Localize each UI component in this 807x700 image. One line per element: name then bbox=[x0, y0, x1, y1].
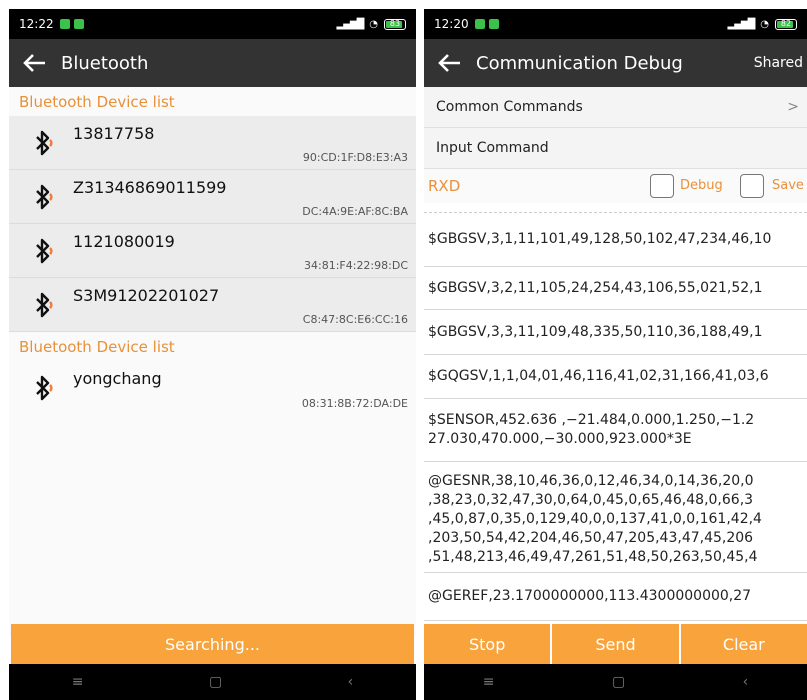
back-arrow-icon[interactable] bbox=[9, 39, 61, 87]
empty-area bbox=[9, 415, 416, 637]
input-command-row[interactable]: Input Command bbox=[424, 128, 807, 169]
rx-message: @GEREF,23.1700000000,113.4300000000,27 bbox=[424, 573, 807, 621]
command-button-row: Stop Send Clear bbox=[424, 624, 807, 664]
communication-debug-screen: 12:20 ▂▄▆█ ◔ 82 Communication Debug Shar… bbox=[424, 9, 807, 700]
bluetooth-icon bbox=[33, 292, 57, 318]
battery-icon: 83 bbox=[384, 18, 406, 30]
device-name: Z31346869011599 bbox=[73, 178, 227, 197]
rx-divider bbox=[424, 203, 807, 213]
device-row[interactable]: yongchang 08:31:8B:72:DA:DE bbox=[9, 361, 416, 415]
rx-message-line: $GBGSV,3,2,11,105,24,254,43,106,55,021,5… bbox=[428, 279, 763, 296]
menu-icon[interactable]: ≡ bbox=[72, 674, 84, 690]
home-icon[interactable]: ▢ bbox=[209, 674, 222, 690]
rx-message: $SENSOR,452.636 ,−21.484,0.000,1.250,−1.… bbox=[424, 399, 807, 462]
rx-message-line: $GBGSV,3,1,11,101,49,128,50,102,47,234,4… bbox=[428, 231, 772, 247]
page-title: Bluetooth bbox=[61, 52, 149, 74]
device-name: 1121080019 bbox=[73, 232, 175, 251]
wifi-icon: ◔ bbox=[369, 18, 378, 30]
device-name: S3M91202201027 bbox=[73, 286, 220, 305]
signal-icon: ▂▄▆█ bbox=[727, 18, 756, 30]
device-row[interactable]: S3M91202201027 C8:47:8C:E6:CC:16 bbox=[9, 278, 416, 332]
device-mac: 08:31:8B:72:DA:DE bbox=[301, 397, 408, 410]
available-devices-header: Bluetooth Device list bbox=[9, 332, 416, 361]
common-commands-label: Common Commands bbox=[436, 99, 583, 115]
back-icon[interactable]: ‹ bbox=[743, 674, 749, 690]
rx-message-line: 27.030,470.000,−30.000,923.000*3E bbox=[428, 431, 692, 447]
common-commands-row[interactable]: Common Commands > bbox=[424, 87, 807, 128]
available-device-list: yongchang 08:31:8B:72:DA:DE bbox=[9, 361, 416, 415]
bluetooth-icon bbox=[33, 184, 57, 210]
system-nav-bar: ≡ ▢ ‹ bbox=[9, 664, 416, 700]
debug-label: Debug bbox=[680, 178, 723, 193]
battery-icon: 82 bbox=[775, 18, 797, 30]
back-icon[interactable]: ‹ bbox=[348, 674, 354, 690]
device-mac: C8:47:8C:E6:CC:16 bbox=[302, 313, 408, 326]
bluetooth-icon bbox=[33, 238, 57, 264]
page-title: Communication Debug bbox=[476, 52, 683, 74]
clear-button[interactable]: Clear bbox=[680, 624, 807, 664]
rx-message: @GESNR,38,10,46,36,0,12,46,34,0,14,36,20… bbox=[424, 462, 807, 573]
device-row[interactable]: 13817758 90:CD:1F:D8:E3:A3 bbox=[9, 116, 416, 170]
notification-icon bbox=[488, 19, 499, 29]
device-mac: DC:4A:9E:AF:8C:BA bbox=[302, 205, 408, 218]
rx-message: $GBGSV,3,3,11,109,48,335,50,110,36,188,4… bbox=[424, 310, 807, 355]
paired-devices-header: Bluetooth Device list bbox=[9, 87, 416, 116]
bluetooth-icon bbox=[33, 130, 57, 156]
system-nav-bar: ≡ ▢ ‹ bbox=[424, 664, 807, 700]
battery-level: 83 bbox=[389, 18, 401, 28]
signal-icon: ▂▄▆█ bbox=[336, 18, 365, 30]
rx-message-line: $GBGSV,3,3,11,109,48,335,50,110,36,188,4… bbox=[428, 323, 763, 340]
rx-message: $GBGSV,3,1,11,101,49,128,50,102,47,234,4… bbox=[424, 213, 807, 267]
app-bar: Bluetooth bbox=[9, 39, 416, 87]
device-name: yongchang bbox=[73, 369, 162, 388]
save-label: Save bbox=[772, 178, 804, 193]
device-row[interactable]: Z31346869011599 DC:4A:9E:AF:8C:BA bbox=[9, 170, 416, 224]
rxd-bar: RXD Debug Save bbox=[424, 169, 807, 203]
shared-button[interactable]: Shared bbox=[754, 55, 807, 71]
status-time: 12:20 bbox=[434, 17, 469, 31]
send-button[interactable]: Send bbox=[552, 624, 679, 664]
device-mac: 90:CD:1F:D8:E3:A3 bbox=[302, 151, 408, 164]
notification-icon bbox=[474, 19, 485, 29]
rx-message-line: @GESNR,38,10,46,36,0,12,46,34,0,14,36,20… bbox=[428, 473, 754, 489]
save-checkbox[interactable] bbox=[740, 174, 764, 198]
rxd-label: RXD bbox=[428, 177, 461, 195]
rx-message-line: @GEREF,23.1700000000,113.4300000000,27 bbox=[428, 588, 752, 604]
status-bar: 12:20 ▂▄▆█ ◔ 82 bbox=[424, 9, 807, 39]
battery-level: 82 bbox=[780, 18, 792, 28]
app-bar: Communication Debug Shared bbox=[424, 39, 807, 87]
paired-device-list: 13817758 90:CD:1F:D8:E3:A3 Z31346869011599… bbox=[9, 116, 416, 332]
device-row[interactable]: 1121080019 34:81:F4:22:98:DC bbox=[9, 224, 416, 278]
rx-message-list[interactable]: $GBGSV,3,1,11,101,49,128,50,102,47,234,4… bbox=[424, 213, 807, 621]
back-arrow-icon[interactable] bbox=[424, 39, 476, 87]
status-time: 12:22 bbox=[19, 17, 54, 31]
input-command-label: Input Command bbox=[436, 140, 549, 156]
bluetooth-screen: 12:22 ▂▄▆█ ◔ 83 Bluetooth Bluetooth Devi… bbox=[9, 9, 416, 700]
wifi-icon: ◔ bbox=[760, 18, 769, 30]
stop-button[interactable]: Stop bbox=[424, 624, 551, 664]
rx-message-line: ,45,0,87,0,35,0,129,40,0,0,137,41,0,0,16… bbox=[428, 511, 762, 527]
device-name: 13817758 bbox=[73, 124, 155, 143]
bluetooth-icon bbox=[33, 375, 57, 401]
notification-icon bbox=[73, 19, 84, 29]
rx-message-line: $SENSOR,452.636 ,−21.484,0.000,1.250,−1.… bbox=[428, 412, 755, 428]
status-bar: 12:22 ▂▄▆█ ◔ 83 bbox=[9, 9, 416, 39]
rx-message-line: $GQGSV,1,1,04,01,46,116,41,02,31,166,41,… bbox=[428, 368, 769, 384]
rx-message-line: ,203,50,54,42,204,46,50,47,205,43,47,45,… bbox=[428, 530, 754, 546]
rx-message: $GBGSV,3,2,11,105,24,254,43,106,55,021,5… bbox=[424, 267, 807, 310]
rx-message: $GQGSV,1,1,04,01,46,116,41,02,31,166,41,… bbox=[424, 355, 807, 399]
searching-button[interactable]: Searching... bbox=[11, 624, 414, 664]
rx-message-line: ,51,48,213,46,49,47,261,51,48,50,263,50,… bbox=[428, 549, 758, 565]
notification-icon bbox=[59, 19, 70, 29]
chevron-right-icon: > bbox=[787, 99, 799, 115]
home-icon[interactable]: ▢ bbox=[612, 674, 625, 690]
debug-checkbox[interactable] bbox=[650, 174, 674, 198]
device-mac: 34:81:F4:22:98:DC bbox=[304, 259, 408, 272]
menu-icon[interactable]: ≡ bbox=[483, 674, 495, 690]
rx-message-line: ,38,23,0,32,47,30,0,64,0,45,0,65,46,48,0… bbox=[428, 492, 754, 508]
